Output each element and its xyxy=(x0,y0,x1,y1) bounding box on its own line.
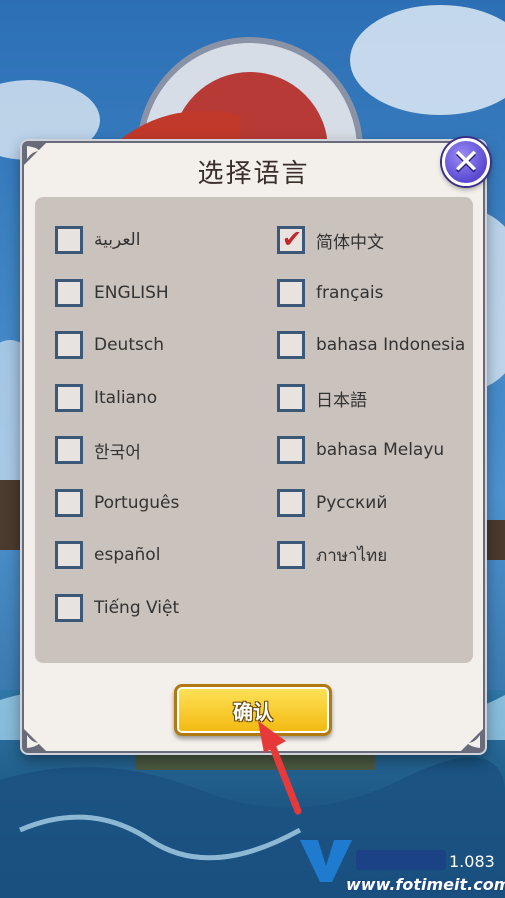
language-option-vietnamese[interactable]: Tiếng Việt xyxy=(55,591,179,625)
corner-ornament-icon xyxy=(24,729,46,751)
language-option-korean[interactable]: 한국어 xyxy=(55,433,141,467)
language-option-thai[interactable]: ภาษาไทย xyxy=(277,538,387,572)
version-label: 1.083 xyxy=(449,852,495,871)
checkbox[interactable] xyxy=(55,489,83,517)
language-label: Tiếng Việt xyxy=(94,598,180,618)
close-icon: ✕ xyxy=(451,142,481,182)
language-label: العربية xyxy=(94,230,141,250)
dialog-title: 选择语言 xyxy=(197,159,310,189)
checkbox[interactable] xyxy=(277,384,305,412)
language-option-arabic[interactable]: العربية xyxy=(55,223,140,257)
language-option-russian[interactable]: Русский xyxy=(277,486,387,520)
language-option-portuguese[interactable]: Português xyxy=(55,486,179,520)
language-label: ENGLISH xyxy=(94,283,169,303)
close-button[interactable]: ✕ xyxy=(442,138,490,186)
language-label: Русский xyxy=(316,493,388,513)
pointer-arrow-icon xyxy=(258,721,302,815)
checkbox[interactable] xyxy=(277,279,305,307)
checkbox[interactable] xyxy=(277,436,305,464)
language-option-japanese[interactable]: 日本語 xyxy=(277,381,367,415)
checkbox[interactable] xyxy=(55,384,83,412)
checkbox[interactable] xyxy=(55,594,83,622)
language-option-spanish[interactable]: español xyxy=(55,538,160,572)
language-dialog: 选择语言 العربية ENGLISH Deutsch Italiano 한국… xyxy=(22,141,485,753)
checkmark-icon: ✔ xyxy=(282,225,303,253)
checkbox[interactable] xyxy=(277,541,305,569)
language-list: العربية ENGLISH Deutsch Italiano 한국어 Por… xyxy=(35,197,473,663)
language-label: español xyxy=(94,545,161,565)
language-option-english[interactable]: ENGLISH xyxy=(55,276,169,310)
language-option-indonesian[interactable]: bahasa Indonesia xyxy=(277,328,465,362)
language-label: Português xyxy=(94,493,180,513)
language-option-malay[interactable]: bahasa Melayu xyxy=(277,433,444,467)
checkbox[interactable] xyxy=(277,331,305,359)
checkbox[interactable] xyxy=(277,489,305,517)
watermark-url: www.fotimeit.com xyxy=(346,875,505,894)
language-label: Italiano xyxy=(94,388,158,408)
checkbox[interactable] xyxy=(55,279,83,307)
language-label: 한국어 xyxy=(94,442,141,463)
language-option-italian[interactable]: Italiano xyxy=(55,381,157,415)
language-label: Deutsch xyxy=(94,335,164,355)
checkbox[interactable] xyxy=(55,436,83,464)
language-label: 日本語 xyxy=(316,390,367,411)
language-option-french[interactable]: français xyxy=(277,276,384,310)
language-label: ภาษาไทย xyxy=(316,545,388,566)
checkbox[interactable]: ✔ xyxy=(277,225,305,254)
language-option-german[interactable]: Deutsch xyxy=(55,328,164,362)
checkbox[interactable] xyxy=(55,541,83,569)
checkbox[interactable] xyxy=(55,331,83,359)
language-label: 简体中文 xyxy=(316,232,384,253)
checkbox[interactable] xyxy=(55,226,83,254)
language-option-simplified-chinese[interactable]: ✔ 简体中文 xyxy=(277,223,384,257)
language-label: bahasa Indonesia xyxy=(316,335,466,355)
language-label: français xyxy=(316,283,384,303)
corner-ornament-icon xyxy=(461,729,483,751)
language-label: bahasa Melayu xyxy=(316,440,445,460)
